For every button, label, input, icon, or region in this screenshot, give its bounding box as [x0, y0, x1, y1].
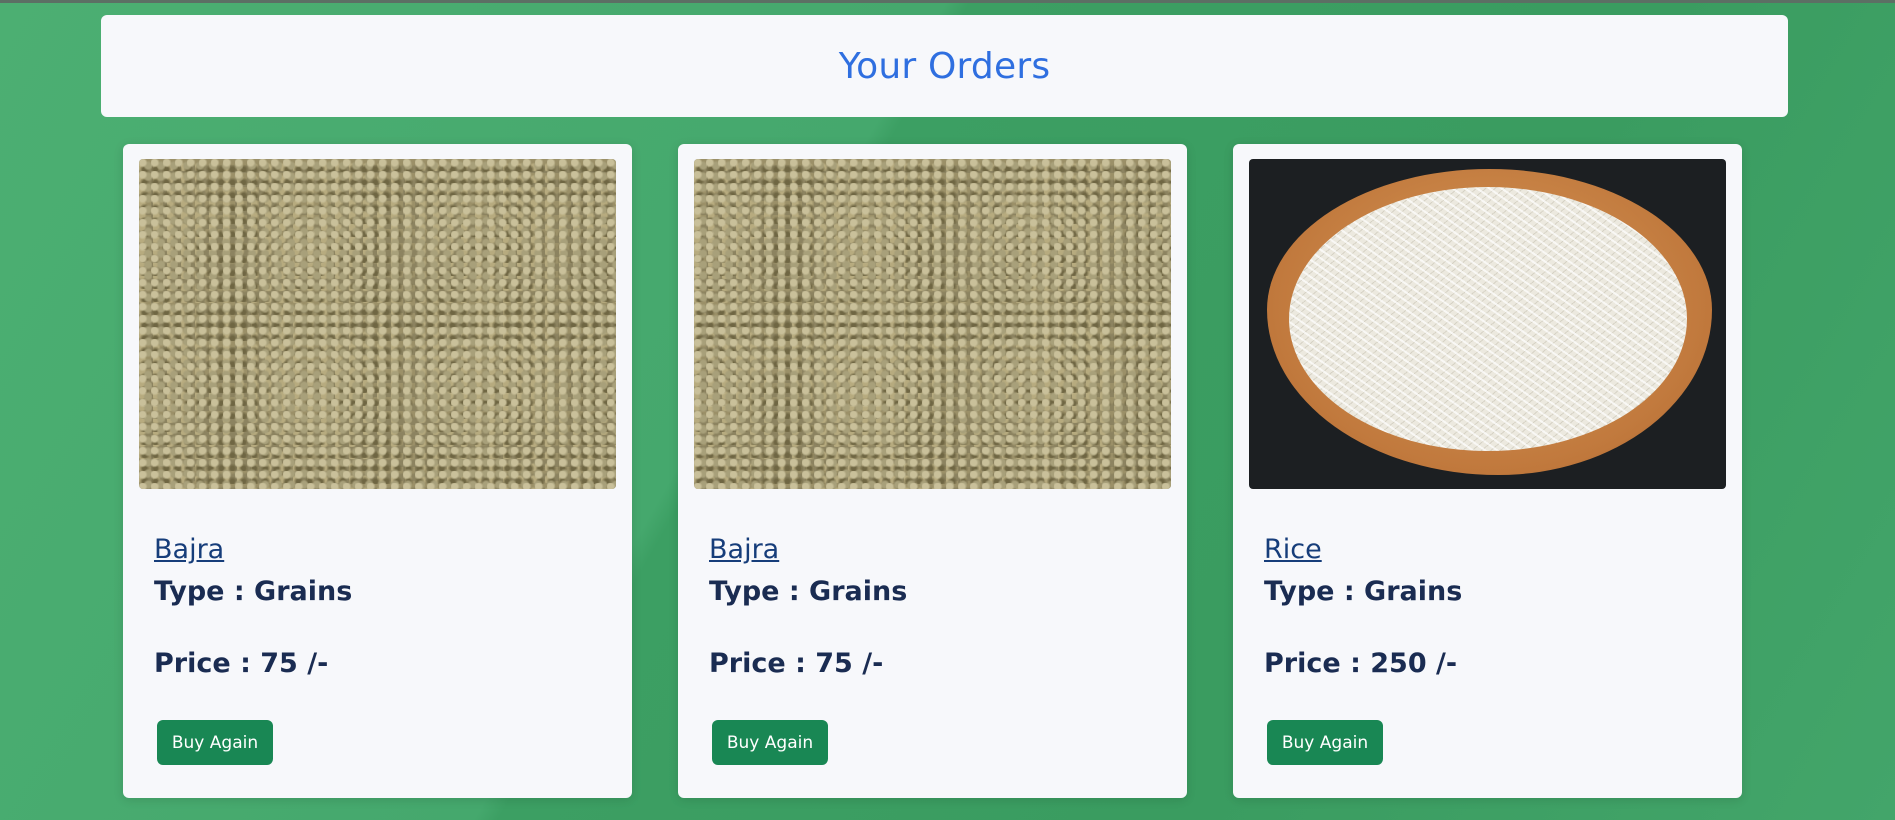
product-image-bajra	[139, 159, 616, 489]
buy-again-button[interactable]: Buy Again	[712, 720, 828, 765]
millet-grains-image	[139, 159, 616, 489]
product-type: Type : Grains	[1264, 576, 1463, 607]
product-image-bajra	[694, 159, 1171, 489]
product-price: Price : 75 /-	[709, 648, 884, 679]
rice-bowl-image	[1249, 159, 1726, 489]
order-card: Bajra Type : Grains Price : 75 /- Buy Ag…	[678, 144, 1187, 798]
page-title: Your Orders	[838, 45, 1051, 87]
product-name-link[interactable]: Bajra	[709, 534, 779, 565]
rice-grains	[1289, 187, 1687, 451]
product-price: Price : 75 /-	[154, 648, 329, 679]
product-name-link[interactable]: Bajra	[154, 534, 224, 565]
top-border	[0, 0, 1895, 3]
product-image-rice	[1249, 159, 1726, 489]
order-card: Bajra Type : Grains Price : 75 /- Buy Ag…	[123, 144, 632, 798]
product-type: Type : Grains	[709, 576, 908, 607]
product-name-link[interactable]: Rice	[1264, 534, 1322, 565]
buy-again-button[interactable]: Buy Again	[157, 720, 273, 765]
orders-header: Your Orders	[101, 15, 1788, 117]
millet-grains-image	[694, 159, 1171, 489]
product-type: Type : Grains	[154, 576, 353, 607]
order-card: Rice Type : Grains Price : 250 /- Buy Ag…	[1233, 144, 1742, 798]
product-price: Price : 250 /-	[1264, 648, 1458, 679]
buy-again-button[interactable]: Buy Again	[1267, 720, 1383, 765]
